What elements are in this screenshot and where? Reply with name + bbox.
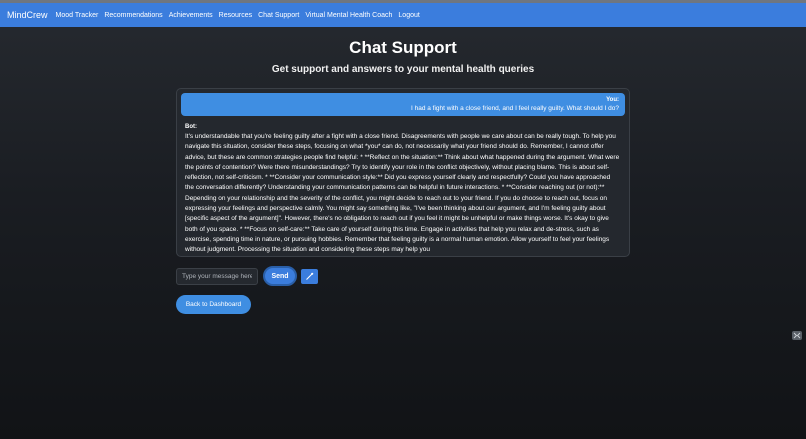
widget-icon xyxy=(793,332,801,339)
chat-window[interactable]: You: I had a fight with a close friend, … xyxy=(176,88,630,257)
nav-link-chat-support[interactable]: Chat Support xyxy=(258,12,299,19)
message-input[interactable] xyxy=(176,267,258,285)
page-title: Chat Support xyxy=(349,38,457,57)
nav-link-logout[interactable]: Logout xyxy=(398,12,419,19)
nav-link-mood-tracker[interactable]: Mood Tracker xyxy=(56,12,99,19)
user-sender-label: You: xyxy=(606,97,619,103)
user-message: You: I had a fight with a close friend, … xyxy=(181,93,625,116)
bot-sender-label: Bot: xyxy=(185,124,197,130)
page-subtitle: Get support and answers to your mental h… xyxy=(271,64,535,75)
nav-link-achievements[interactable]: Achievements xyxy=(169,12,213,19)
back-to-dashboard-button[interactable]: Back to Dashboard xyxy=(176,295,251,314)
navbar: MindCrew Mood Tracker Recommendations Ac… xyxy=(0,3,806,27)
microphone-button[interactable] xyxy=(301,268,318,284)
user-message-text: I had a fight with a close friend, and I… xyxy=(411,105,619,112)
send-button[interactable]: Send xyxy=(263,266,297,286)
bot-message: Bot: It's understandable that you're fee… xyxy=(181,122,625,256)
nav-link-recommendations[interactable]: Recommendations xyxy=(104,12,162,19)
nav-link-resources[interactable]: Resources xyxy=(219,12,252,19)
brand-logo[interactable]: MindCrew xyxy=(7,10,48,20)
microphone-icon xyxy=(306,272,314,280)
widget-button[interactable] xyxy=(792,331,802,340)
bot-message-text: It's understandable that you're feeling … xyxy=(185,133,620,254)
message-input-row: Send xyxy=(176,266,318,286)
nav-link-virtual-coach[interactable]: Virtual Mental Health Coach xyxy=(305,12,392,19)
